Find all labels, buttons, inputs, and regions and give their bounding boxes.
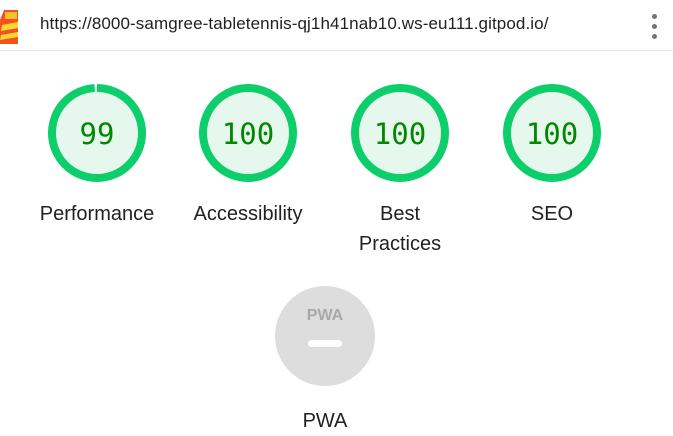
lighthouse-icon bbox=[0, 10, 18, 44]
url-text[interactable]: https://8000-samgree-tabletennis-qj1h41n… bbox=[40, 14, 549, 34]
gauge-seo[interactable]: 100 SEO bbox=[477, 83, 627, 229]
gauge-label: PWA bbox=[302, 410, 348, 432]
gauge-best-practices[interactable]: 100 Best Practices bbox=[325, 83, 475, 259]
address-bar: https://8000-samgree-tabletennis-qj1h41n… bbox=[0, 0, 673, 51]
score-value: 100 bbox=[526, 117, 578, 151]
score-ring: 100 bbox=[199, 84, 297, 182]
score-value: 99 bbox=[80, 117, 115, 151]
gauge-label: SEO bbox=[530, 203, 574, 225]
gauge-pwa[interactable]: PWA PWA bbox=[250, 286, 400, 436]
score-value: 100 bbox=[374, 117, 426, 151]
gauge-performance[interactable]: 99 Performance bbox=[22, 83, 172, 229]
score-ring: 100 bbox=[503, 84, 601, 182]
gauge-label: Best Practices bbox=[358, 203, 442, 255]
gauge-label: Performance bbox=[39, 203, 155, 225]
score-ring: 99 bbox=[48, 84, 146, 182]
pwa-badge-text: PWA bbox=[307, 307, 344, 324]
gauge-label: Accessibility bbox=[193, 203, 303, 225]
score-value: 100 bbox=[222, 117, 274, 151]
kebab-menu-icon[interactable] bbox=[646, 12, 664, 40]
gauge-accessibility[interactable]: 100 Accessibility bbox=[173, 83, 323, 229]
score-ring: 100 bbox=[351, 84, 449, 182]
pwa-badge-icon: PWA bbox=[275, 286, 375, 386]
